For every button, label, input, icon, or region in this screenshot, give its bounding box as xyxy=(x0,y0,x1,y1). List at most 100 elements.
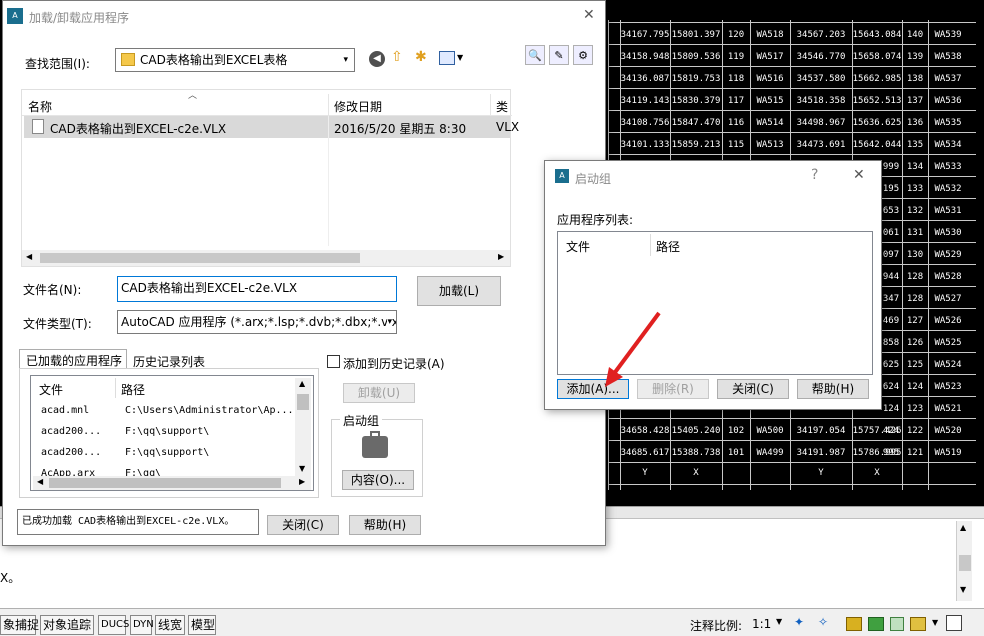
up-folder-icon[interactable]: ⇧ xyxy=(391,49,403,65)
close-button[interactable]: 关闭(C) xyxy=(717,379,789,399)
grid-cell: WA537 xyxy=(934,74,962,84)
status-ducs[interactable]: DUCS xyxy=(98,615,129,635)
grid-cell: 123 xyxy=(906,404,924,414)
lock-icon[interactable] xyxy=(846,617,862,631)
tools-icon[interactable]: ✎ xyxy=(549,45,569,65)
status-menu-icon[interactable]: ▼ xyxy=(932,618,938,627)
grid-cell: 34685.617 xyxy=(620,448,670,458)
list-item[interactable]: acad200... F:\qq\support\ xyxy=(31,423,293,443)
folder-icon xyxy=(121,53,135,66)
toolbar-lock-icon[interactable] xyxy=(910,617,926,631)
status-dyn[interactable]: DYN xyxy=(130,615,154,635)
clean-screen-icon[interactable] xyxy=(946,615,962,631)
grid-cell: WA524 xyxy=(934,360,962,370)
status-lineweight[interactable]: 线宽 xyxy=(155,615,185,635)
file-list-hscrollbar[interactable]: ◀ ▶ xyxy=(22,250,510,266)
col-date[interactable]: 修改日期 xyxy=(334,98,382,115)
grid-cell: 999 xyxy=(882,162,900,172)
list-hscrollbar[interactable]: ◀ ▶ xyxy=(33,476,311,490)
grid-cell: 34537.580 xyxy=(796,74,846,84)
status-model[interactable]: 模型 xyxy=(188,615,216,635)
grid-cell: 15642.044 xyxy=(852,140,902,150)
filetype-label: 文件类型(T): xyxy=(23,317,92,331)
hardware-accel-icon[interactable] xyxy=(868,617,884,631)
col-name[interactable]: 名称 xyxy=(28,98,52,115)
grid-cell: WA526 xyxy=(934,316,962,326)
auto-scale-icon[interactable]: ✧ xyxy=(818,615,828,629)
filetype-select[interactable]: AutoCAD 应用程序 (*.arx;*.lsp;*.dvb;*.dbx;*.… xyxy=(117,310,397,334)
command-scrollbar[interactable]: ▲ ▼ xyxy=(956,521,972,601)
grid-cell: 118 xyxy=(727,74,745,84)
list-item[interactable]: acad.mnl C:\Users\Administrator\Ap... xyxy=(31,402,293,422)
grid-cell: 15643.084 xyxy=(852,30,902,40)
chevron-down-icon[interactable]: ▼ xyxy=(457,53,463,62)
help-button[interactable]: 帮助(H) xyxy=(349,515,421,535)
grid-cell: WA516 xyxy=(756,74,784,84)
file-list[interactable]: ︿ 名称 修改日期 类 CAD表格输出到EXCEL-c2e.VLX 2016/5… xyxy=(21,89,519,267)
list-col-path[interactable]: 路径 xyxy=(121,381,145,398)
grid-cell: WA523 xyxy=(934,382,962,392)
list-item-path: F:\qq\support\ xyxy=(125,447,210,458)
grid-cell: 120 xyxy=(727,30,745,40)
grid-cell: 15801.397 xyxy=(671,30,721,40)
add-history-label: 添加到历史记录(A) xyxy=(343,357,445,371)
lookin-select[interactable]: CAD表格输出到EXCEL表格 ▾ xyxy=(115,48,355,72)
filename-input[interactable]: CAD表格输出到EXCEL-c2e.VLX xyxy=(117,276,397,302)
close-icon[interactable]: ✕ xyxy=(583,7,595,23)
grid-cell: 136 xyxy=(906,118,924,128)
grid-cell: 119 xyxy=(727,52,745,62)
list-item[interactable]: acad200... F:\qq\support\ xyxy=(31,444,293,464)
filetype-value: AutoCAD 应用程序 (*.arx;*.lsp;*.dvb;*.dbx;*.… xyxy=(121,315,397,329)
add-history-checkbox[interactable] xyxy=(327,355,340,368)
view-menu-icon[interactable] xyxy=(439,51,455,65)
status-otrack[interactable]: 对象追踪 xyxy=(40,615,94,635)
list-item-file: acad.mnl xyxy=(41,405,90,416)
list-col-file[interactable]: 文件 xyxy=(566,238,590,255)
back-icon[interactable]: ◀ xyxy=(369,51,385,67)
grid-cell: WA538 xyxy=(934,52,962,62)
col-type[interactable]: 类 xyxy=(496,98,508,115)
annotation-visibility-icon[interactable]: ✦ xyxy=(794,615,804,629)
close-button[interactable]: 关闭(C) xyxy=(267,515,339,535)
tab-history-list[interactable]: 历史记录列表 xyxy=(129,351,217,369)
grid-cell: 34101.133 xyxy=(620,140,670,150)
app-list-label: 应用程序列表: xyxy=(557,213,634,227)
list-col-file[interactable]: 文件 xyxy=(39,381,63,398)
grid-cell: 116 xyxy=(727,118,745,128)
grid-cell: 195 xyxy=(882,184,900,194)
loaded-apps-list[interactable]: 文件 路径 acad.mnl C:\Users\Administrator\Ap.… xyxy=(30,375,314,491)
grid-cell: 126 xyxy=(906,338,924,348)
annotation-scale-value[interactable]: 1:1 xyxy=(752,617,771,631)
grid-cell: 15757.426 xyxy=(852,426,902,436)
grid-cell: WA527 xyxy=(934,294,962,304)
grid-cell: 34136.087 xyxy=(620,74,670,84)
grid-line xyxy=(608,44,976,45)
list-col-path[interactable]: 路径 xyxy=(656,238,680,255)
new-folder-icon[interactable]: ✱ xyxy=(415,49,427,65)
file-row[interactable]: CAD表格输出到EXCEL-c2e.VLX 2016/5/20 星期五 8:30… xyxy=(24,116,519,138)
grid-cell: 15652.513 xyxy=(852,96,902,106)
list-vscrollbar[interactable]: ▲ ▼ xyxy=(295,378,311,476)
load-button[interactable]: 加载(L) xyxy=(417,276,501,306)
grid-line xyxy=(608,88,976,89)
autocad-app-icon: A xyxy=(7,8,23,24)
chevron-down-icon[interactable]: ▼ xyxy=(776,617,782,626)
contents-button[interactable]: 内容(O)... xyxy=(342,470,414,490)
grid-cell: 137 xyxy=(906,96,924,106)
grid-cell: Y xyxy=(642,468,648,478)
search-icon[interactable]: 🔍 xyxy=(525,45,545,65)
help-icon[interactable]: ? xyxy=(811,167,818,183)
help-button[interactable]: 帮助(H) xyxy=(797,379,869,399)
unload-button[interactable]: 卸载(U) xyxy=(343,383,415,403)
status-osnap[interactable]: 象捕捉 xyxy=(0,615,39,635)
grid-cell: 34546.770 xyxy=(796,52,846,62)
startup-suite-dialog: A 启动组 ? ✕ 应用程序列表: 文件 路径 添加(A)... 删除(R) 关… xyxy=(544,160,882,410)
grid-cell: WA531 xyxy=(934,206,962,216)
options-icon[interactable]: ⚙ xyxy=(573,45,593,65)
grid-cell: 34498.967 xyxy=(796,118,846,128)
close-icon[interactable]: ✕ xyxy=(853,167,865,183)
grid-line xyxy=(608,110,976,111)
isolate-icon[interactable] xyxy=(890,617,904,631)
tab-loaded-apps[interactable]: 已加载的应用程序 xyxy=(19,349,127,369)
grid-line xyxy=(608,22,976,23)
